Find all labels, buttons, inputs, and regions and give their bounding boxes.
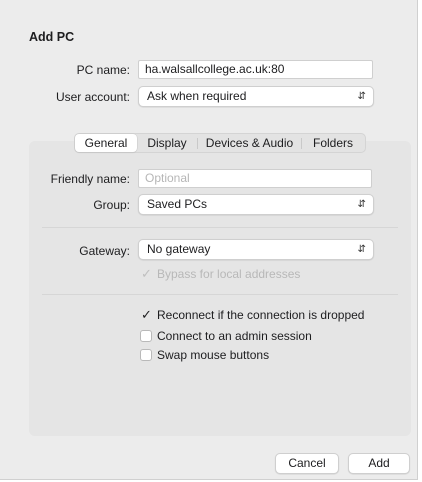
tab-devices-audio[interactable]: Devices & Audio	[198, 134, 301, 152]
friendly-name-label: Friendly name:	[50, 172, 130, 186]
admin-session-label: Connect to an admin session	[157, 329, 312, 343]
swap-mouse-checkbox[interactable]	[140, 349, 152, 361]
bypass-label: Bypass for local addresses	[157, 267, 301, 281]
gateway-popup[interactable]: No gateway ⇵	[138, 239, 374, 260]
pc-name-value: ha.walsallcollege.ac.uk:80	[145, 62, 285, 76]
pc-name-label: PC name:	[76, 63, 130, 77]
chevron-updown-icon: ⇵	[357, 244, 366, 255]
user-account-label: User account:	[55, 90, 130, 104]
divider	[42, 227, 398, 228]
tab-bar: General Display Devices & Audio Folders	[74, 133, 366, 153]
group-value: Saved PCs	[147, 197, 208, 211]
chevron-updown-icon: ⇵	[357, 199, 366, 210]
add-button[interactable]: Add	[348, 453, 410, 474]
user-account-value: Ask when required	[147, 89, 247, 103]
group-popup[interactable]: Saved PCs ⇵	[138, 194, 374, 215]
swap-mouse-label: Swap mouse buttons	[157, 348, 270, 362]
reconnect-checkbox[interactable]: ✓	[140, 308, 152, 321]
user-account-popup[interactable]: Ask when required ⇵	[138, 86, 374, 107]
friendly-name-field[interactable]: Optional	[138, 169, 372, 188]
friendly-name-placeholder: Optional	[145, 171, 190, 185]
divider	[42, 294, 398, 295]
tab-display[interactable]: Display	[137, 134, 197, 152]
gateway-value: No gateway	[147, 242, 211, 256]
bypass-checkbox[interactable]: ✓	[140, 267, 152, 280]
tab-folders[interactable]: Folders	[302, 134, 364, 152]
admin-session-checkbox[interactable]	[140, 330, 152, 342]
group-label: Group:	[93, 198, 130, 212]
cancel-button[interactable]: Cancel	[275, 453, 339, 474]
reconnect-label: Reconnect if the connection is dropped	[157, 308, 365, 322]
dialog-title: Add PC	[29, 30, 75, 44]
tab-general[interactable]: General	[75, 134, 137, 152]
pc-name-field[interactable]: ha.walsallcollege.ac.uk:80	[138, 60, 373, 79]
add-pc-dialog: Add PC PC name: ha.walsallcollege.ac.uk:…	[0, 0, 418, 480]
gateway-label: Gateway:	[79, 244, 130, 258]
chevron-updown-icon: ⇵	[357, 91, 366, 102]
